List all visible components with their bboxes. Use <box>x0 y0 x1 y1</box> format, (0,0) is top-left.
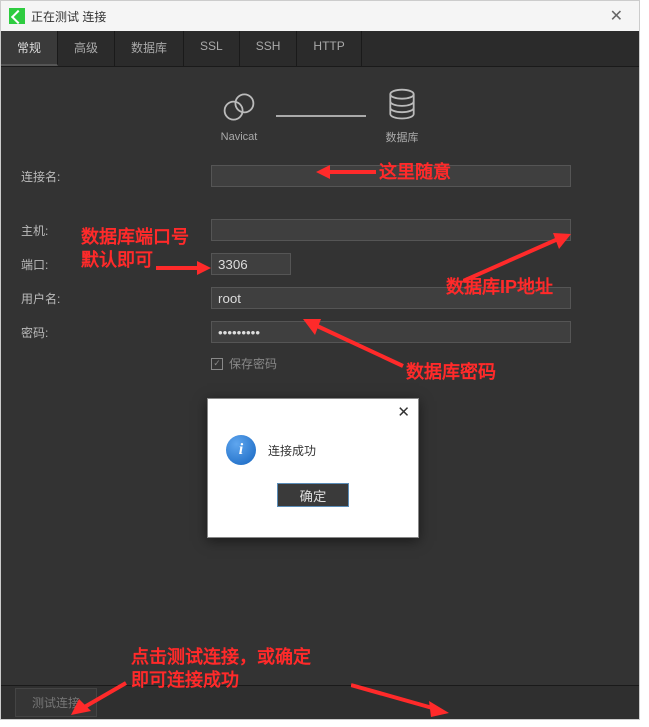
navicat-label: Navicat <box>221 131 258 143</box>
conn-name-input[interactable] <box>211 165 571 187</box>
tab-general[interactable]: 常规 <box>1 31 58 66</box>
tab-ssl[interactable]: SSL <box>184 31 240 66</box>
database-icon <box>384 87 420 123</box>
footer-bar: 测试连接 <box>1 685 639 719</box>
user-label: 用户名: <box>21 290 71 307</box>
app-icon <box>9 8 25 24</box>
connection-dialog-window: 正在测试 连接 ✕ 常规 高级 数据库 SSL SSH HTTP Navicat <box>0 0 640 720</box>
password-label: 密码: <box>21 324 71 341</box>
host-input[interactable] <box>211 219 571 241</box>
tab-bar: 常规 高级 数据库 SSL SSH HTTP <box>1 31 639 67</box>
conn-name-label: 连接名: <box>21 168 71 185</box>
user-input[interactable] <box>211 287 571 309</box>
titlebar: 正在测试 连接 ✕ <box>1 1 639 31</box>
dialog-close-icon[interactable]: ✕ <box>397 403 410 421</box>
dialog-message: 连接成功 <box>268 442 316 459</box>
connection-form: 连接名: 主机: 端口: 用户名: 密码: ✓ 保存密码 <box>1 155 639 372</box>
save-password-checkbox[interactable]: ✓ <box>211 358 223 370</box>
password-input[interactable] <box>211 321 571 343</box>
message-dialog: ✕ i 连接成功 确定 <box>207 398 419 538</box>
connection-line-icon <box>276 115 366 117</box>
host-label: 主机: <box>21 222 71 239</box>
test-connection-button[interactable]: 测试连接 <box>15 688 97 717</box>
tab-database[interactable]: 数据库 <box>115 31 184 66</box>
tab-http[interactable]: HTTP <box>297 31 361 66</box>
save-password-label: 保存密码 <box>229 355 277 372</box>
navicat-icon <box>220 89 258 125</box>
close-icon[interactable]: ✕ <box>602 6 631 26</box>
connection-diagram: Navicat 数据库 <box>1 67 639 155</box>
port-input[interactable] <box>211 253 291 275</box>
info-icon: i <box>226 435 256 465</box>
port-label: 端口: <box>21 256 71 273</box>
tab-advanced[interactable]: 高级 <box>58 31 115 66</box>
dialog-titlebar: ✕ <box>208 399 418 425</box>
database-label: 数据库 <box>386 129 419 145</box>
tab-ssh[interactable]: SSH <box>240 31 298 66</box>
dialog-ok-button[interactable]: 确定 <box>277 483 349 507</box>
window-title: 正在测试 连接 <box>31 8 602 25</box>
